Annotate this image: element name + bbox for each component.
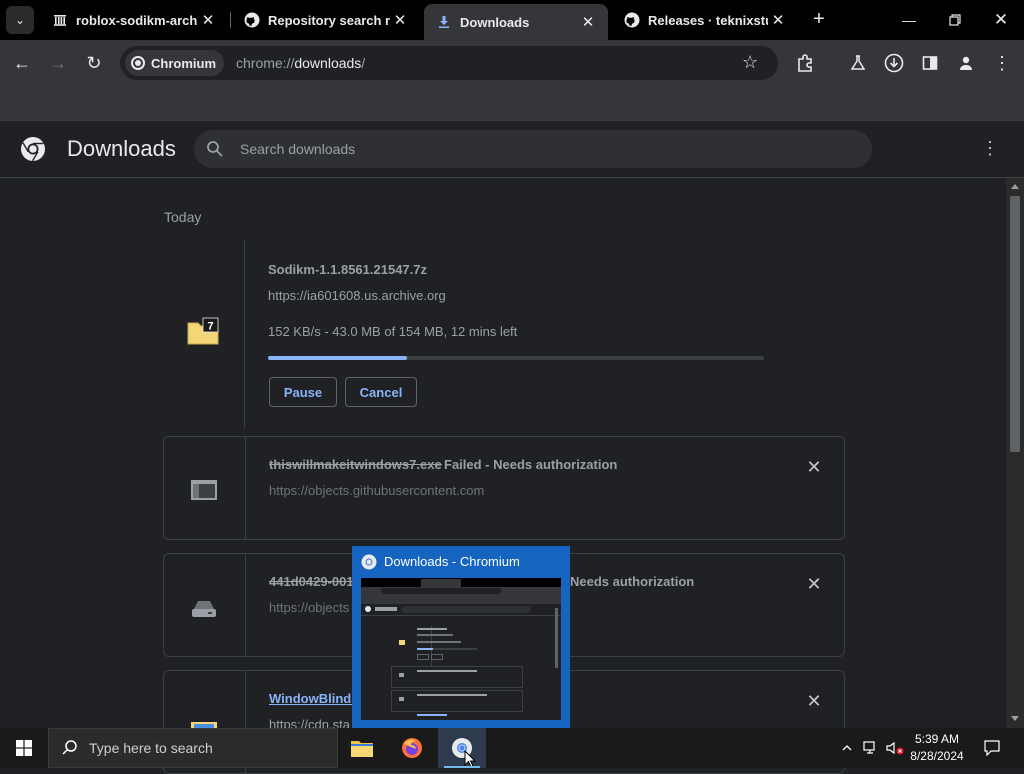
scroll-down-arrow-icon[interactable] <box>1011 716 1019 721</box>
page-title: Downloads <box>67 136 176 161</box>
download-progress-bar <box>268 356 764 360</box>
cancel-button[interactable]: Cancel <box>345 377 417 407</box>
download-filename[interactable]: Sodikm-1.1.8561.21547.7z <box>268 262 427 277</box>
close-tab-icon[interactable]: ✕ <box>768 11 788 29</box>
download-source-url[interactable]: https://ia601608.us.archive.org <box>268 288 446 303</box>
remove-item-icon[interactable]: ✕ <box>804 574 824 594</box>
close-tab-icon[interactable]: ✕ <box>198 11 218 29</box>
chromium-logo-icon <box>361 554 377 570</box>
reload-icon[interactable]: ↻ <box>79 48 109 78</box>
7z-archive-icon: 7 <box>187 317 219 345</box>
clock-date: 8/28/2024 <box>910 749 964 763</box>
address-bar[interactable]: Chromium chrome://downloads/ <box>120 46 778 80</box>
notifications-icon[interactable] <box>978 728 1006 768</box>
tab-separator <box>230 12 231 28</box>
taskbar-clock[interactable]: 5:39 AM 8/28/2024 <box>905 731 969 765</box>
tab-title: Releases · teknixstuff/ <box>648 12 768 28</box>
github-icon <box>624 12 640 28</box>
show-hidden-icons-chevron-icon[interactable] <box>838 728 856 768</box>
download-icon-column: 7 <box>163 240 245 428</box>
date-group-label: Today <box>164 209 202 225</box>
labs-flask-icon[interactable] <box>845 50 871 76</box>
search-downloads-box[interactable] <box>194 130 872 168</box>
svg-text:7: 7 <box>207 321 213 333</box>
taskbar-window-preview[interactable]: Downloads - Chromium <box>352 546 570 728</box>
chromium-logo-icon <box>21 137 45 162</box>
tab-title: Repository search results <box>268 12 390 28</box>
download-icon-column <box>164 437 246 539</box>
tab-roblox-sodikm-archive[interactable]: roblox-sodikm-archive ✕ <box>40 4 228 36</box>
bookmark-star-icon[interactable]: ☆ <box>742 52 758 73</box>
download-icon-column <box>164 554 246 656</box>
back-arrow-icon[interactable]: ← <box>7 48 37 78</box>
scrollbar-thumb[interactable] <box>1010 196 1020 452</box>
exe-window-icon <box>191 480 217 500</box>
firefox-taskbar-icon[interactable] <box>388 728 436 768</box>
bookmark-bar <box>0 86 1024 121</box>
download-source-url[interactable]: https://objects.githubusercontent.com <box>269 483 484 498</box>
downloads-header: Downloads ⋮ <box>0 121 1024 178</box>
windows-logo-icon <box>16 740 32 756</box>
volume-muted-icon[interactable] <box>884 728 906 768</box>
new-tab-icon[interactable]: + <box>808 8 830 30</box>
pause-button[interactable]: Pause <box>269 377 337 407</box>
progress-fill <box>268 356 407 360</box>
tab-repository-search[interactable]: Repository search results ✕ <box>232 4 420 36</box>
chromium-logo-icon <box>131 56 145 70</box>
preview-title: Downloads - Chromium <box>384 554 520 569</box>
tab-search-button[interactable]: ⌄ <box>6 6 34 34</box>
taskbar-search-box[interactable]: Type here to search <box>48 728 338 768</box>
site-info-chip[interactable]: Chromium <box>125 50 224 76</box>
mouse-cursor-icon <box>464 750 476 768</box>
extensions-icon[interactable] <box>792 50 818 76</box>
remove-item-icon[interactable]: ✕ <box>804 691 824 711</box>
download-filename[interactable]: thiswillmakeitwindows7.exe <box>269 457 442 472</box>
search-icon <box>62 740 77 755</box>
search-input[interactable] <box>238 140 802 158</box>
search-icon <box>207 141 223 157</box>
download-filename[interactable]: 441d0429-001a <box>269 574 361 589</box>
more-actions-icon[interactable]: ⋮ <box>980 138 1000 162</box>
close-tab-icon[interactable]: ✕ <box>390 11 410 29</box>
tab-releases-teknixstuff[interactable]: Releases · teknixstuff/ ✕ <box>612 4 798 36</box>
profile-icon[interactable] <box>953 50 979 76</box>
scroll-up-arrow-icon[interactable] <box>1011 184 1019 189</box>
tab-title: Downloads <box>460 14 530 30</box>
download-status: Needs authorization <box>570 574 695 589</box>
close-window-icon[interactable]: ✕ <box>978 0 1024 40</box>
download-status: Failed - Needs authorization <box>444 457 618 472</box>
side-panel-icon[interactable] <box>917 50 943 76</box>
chip-label: Chromium <box>151 55 216 71</box>
download-icon <box>436 14 452 30</box>
close-tab-icon[interactable]: ✕ <box>578 13 598 31</box>
restore-icon[interactable] <box>932 0 978 40</box>
tab-title: roblox-sodikm-archive <box>76 12 198 28</box>
drive-icon <box>192 601 216 617</box>
tab-downloads[interactable]: Downloads ✕ <box>424 4 608 40</box>
file-explorer-taskbar-icon[interactable] <box>338 728 386 768</box>
clock-time: 5:39 AM <box>914 732 960 746</box>
download-filename[interactable]: WindowBlinds <box>269 691 358 706</box>
github-icon <box>244 12 260 28</box>
remove-item-icon[interactable]: ✕ <box>804 457 824 477</box>
download-item: thiswillmakeitwindows7.exe Failed - Need… <box>163 436 845 540</box>
download-source-url[interactable]: https://objects <box>269 600 349 615</box>
download-item: 7 Sodikm-1.1.8561.21547.7z https://ia601… <box>163 240 845 428</box>
forward-arrow-icon[interactable]: → <box>43 48 73 78</box>
preview-thumbnail <box>361 578 561 720</box>
taskbar-search-placeholder: Type here to search <box>89 740 213 756</box>
start-button[interactable] <box>0 728 48 768</box>
download-progress-text: 152 KB/s - 43.0 MB of 154 MB, 12 mins le… <box>268 324 518 339</box>
chevron-down-icon: ⌄ <box>14 13 26 27</box>
page-scrollbar[interactable] <box>1006 178 1024 728</box>
archive-icon <box>52 12 68 28</box>
windows-taskbar: Type here to search 5:39 AM 8/28/2024 <box>0 728 1024 768</box>
browser-menu-icon[interactable]: ⋮ <box>989 50 1015 76</box>
minimize-icon[interactable]: — <box>886 0 932 40</box>
network-icon[interactable] <box>860 728 882 768</box>
url-text: chrome://downloads/ <box>236 55 366 71</box>
tab-strip: ⌄ roblox-sodikm-archive ✕ Repository sea… <box>0 0 1024 40</box>
chromium-taskbar-icon[interactable] <box>438 728 486 768</box>
downloads-toolbar-icon[interactable] <box>881 50 907 76</box>
